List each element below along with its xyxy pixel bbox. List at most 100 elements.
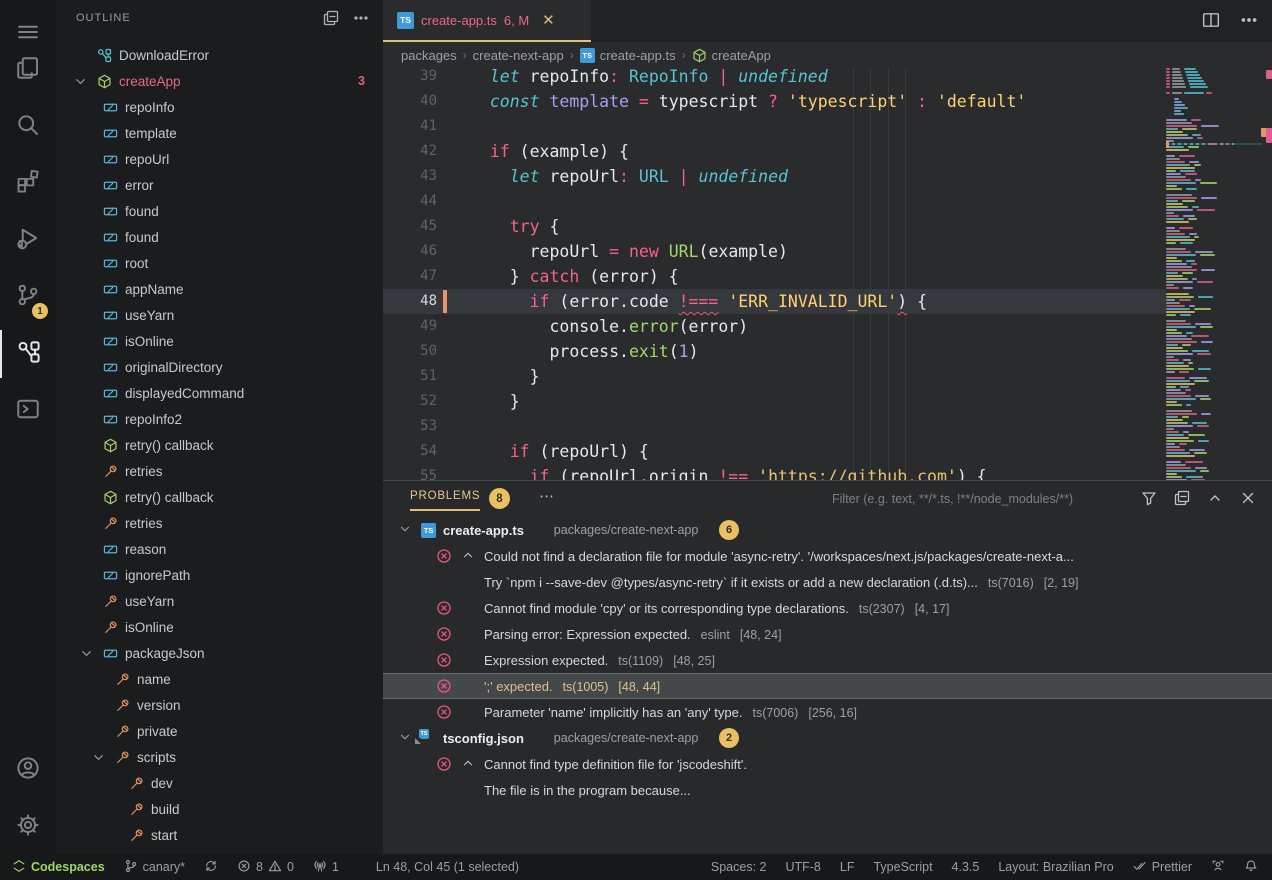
activitybar-item-panel-view[interactable] — [0, 387, 56, 435]
outline-item-retry-callback[interactable]: retry() callback — [56, 484, 383, 510]
breadcrumb-item-create-next-app[interactable]: create-next-app — [473, 48, 564, 63]
chevron-down-icon[interactable] — [78, 645, 94, 661]
group-by-icon[interactable] — [1174, 490, 1190, 511]
status-indentation[interactable]: Spaces: 2 — [711, 860, 767, 874]
status-language-mode[interactable]: TypeScript — [873, 860, 932, 874]
breadcrumb-item-packages[interactable]: packages — [401, 48, 457, 63]
status-notifications[interactable] — [1244, 859, 1258, 876]
outline-item-found[interactable]: found — [56, 198, 383, 224]
activitybar-item-source-control[interactable]: 1 — [0, 273, 56, 321]
outline-item-repoinfo[interactable]: repoInfo — [56, 94, 383, 120]
outline-item-repoinfo2[interactable]: repoInfo2 — [56, 406, 383, 432]
activitybar-item-explorer[interactable] — [0, 46, 56, 94]
status-keyboard-layout[interactable]: Layout: Brazilian Pro — [998, 860, 1113, 874]
outline-item-useyarn[interactable]: useYarn — [56, 302, 383, 328]
status-problems-summary[interactable]: 80 — [237, 859, 294, 876]
outline-item-isonline[interactable]: isOnline — [56, 614, 383, 640]
outline-item-useyarn[interactable]: useYarn — [56, 588, 383, 614]
activitybar-item-run-and-debug[interactable] — [0, 216, 56, 264]
tab-close-icon[interactable]: ✕ — [542, 11, 555, 29]
problem-row[interactable]: Parameter 'name' implicitly has an 'any'… — [383, 699, 1272, 725]
activitybar-item-account[interactable] — [0, 746, 56, 794]
problems-filter-input[interactable] — [832, 487, 1132, 511]
status-prettier[interactable]: Prettier — [1133, 859, 1192, 876]
outline-item-appname[interactable]: appName — [56, 276, 383, 302]
split-editor-icon[interactable] — [1202, 11, 1220, 34]
code-line-41[interactable]: 41 — [383, 114, 1166, 139]
filter-icon[interactable] — [1141, 490, 1157, 511]
outline-item-repourl[interactable]: repoUrl — [56, 146, 383, 172]
status-encoding[interactable]: UTF-8 — [785, 860, 820, 874]
problem-row[interactable]: Parsing error: Expression expected.eslin… — [383, 621, 1272, 647]
activitybar-item-settings[interactable] — [0, 803, 56, 851]
code-line-48[interactable]: 48 if (error.code !=== 'ERR_INVALID_URL'… — [383, 289, 1166, 314]
status-feedback[interactable] — [1211, 859, 1225, 876]
outline-item-retries[interactable]: retries — [56, 458, 383, 484]
code-line-44[interactable]: 44 — [383, 189, 1166, 214]
outline-item-downloaderror[interactable]: DownloadError — [56, 42, 383, 68]
outline-item-found[interactable]: found — [56, 224, 383, 250]
activitybar-item-outline-view[interactable] — [0, 330, 56, 378]
problem-row[interactable]: Could not find a declaration file for mo… — [383, 543, 1272, 569]
outline-item-private[interactable]: private — [56, 718, 383, 744]
chevron-down-icon[interactable] — [72, 73, 88, 89]
status-git-branch[interactable]: canary* — [124, 859, 185, 876]
outline-item-ignorepath[interactable]: ignorePath — [56, 562, 383, 588]
outline-item-name[interactable]: name — [56, 666, 383, 692]
breadcrumb-item-createapp[interactable]: createApp — [692, 48, 771, 63]
tab-problems[interactable]: PROBLEMS — [410, 490, 480, 511]
outline-item-isonline[interactable]: isOnline — [56, 328, 383, 354]
status-ports[interactable]: 1 — [313, 859, 339, 876]
outline-item-template[interactable]: template — [56, 120, 383, 146]
code-line-39[interactable]: 39 let repoInfo: RepoInfo | undefined — [383, 68, 1166, 89]
code-line-50[interactable]: 50 process.exit(1) — [383, 339, 1166, 364]
code-line-53[interactable]: 53 — [383, 414, 1166, 439]
breadcrumb-item-create-app-ts[interactable]: TScreate-app.ts — [580, 48, 676, 63]
status-eol[interactable]: LF — [840, 860, 855, 874]
code-line-49[interactable]: 49 console.error(error) — [383, 314, 1166, 339]
outline-item-scripts[interactable]: scripts — [56, 744, 383, 770]
outline-item-dev[interactable]: dev — [56, 770, 383, 796]
code-line-45[interactable]: 45 try { — [383, 214, 1166, 239]
problem-row-detail[interactable]: Try `npm i --save-dev @types/async-retry… — [383, 569, 1272, 595]
outline-item-build[interactable]: build — [56, 796, 383, 822]
problem-row-detail[interactable]: The file is in the program because... — [383, 777, 1272, 803]
panel-more-icon[interactable]: ⋯ — [539, 487, 556, 505]
outline-item-createapp[interactable]: createApp3 — [56, 68, 383, 94]
code-line-51[interactable]: 51 } — [383, 364, 1166, 389]
problem-row[interactable]: Cannot find module 'cpy' or its correspo… — [383, 595, 1272, 621]
code-line-40[interactable]: 40 const template = typescript ? 'typesc… — [383, 89, 1166, 114]
outline-item-originaldirectory[interactable]: originalDirectory — [56, 354, 383, 380]
outline-item-start[interactable]: start — [56, 822, 383, 848]
outline-item-retries[interactable]: retries — [56, 510, 383, 536]
activitybar-item-search[interactable] — [0, 103, 56, 151]
status-sync[interactable] — [204, 859, 218, 876]
code-line-42[interactable]: 42 if (example) { — [383, 139, 1166, 164]
outline-item-version[interactable]: version — [56, 692, 383, 718]
code-line-43[interactable]: 43 let repoUrl: URL | undefined — [383, 164, 1166, 189]
collapse-all-icon[interactable] — [323, 10, 339, 31]
problem-row[interactable]: Expression expected.ts(1109)[48, 25] — [383, 647, 1272, 673]
outline-item-packagejson[interactable]: packageJson — [56, 640, 383, 666]
outline-item-displayedcommand[interactable]: displayedCommand — [56, 380, 383, 406]
chevron-down-icon[interactable] — [398, 730, 412, 747]
maximize-panel-icon[interactable] — [1207, 490, 1223, 511]
activitybar-item-extensions[interactable] — [0, 159, 56, 207]
outline-item-retry-callback[interactable]: retry() callback — [56, 432, 383, 458]
problem-file-row[interactable]: TStsconfig.jsonpackages/create-next-app2 — [383, 725, 1272, 751]
code-line-46[interactable]: 46 repoUrl = new URL(example) — [383, 239, 1166, 264]
status-cursor-position[interactable]: Ln 48, Col 45 (1 selected) — [376, 860, 519, 874]
outline-item-reason[interactable]: reason — [56, 536, 383, 562]
problem-row[interactable]: Cannot find type definition file for 'js… — [383, 751, 1272, 777]
close-panel-icon[interactable] — [1240, 490, 1256, 511]
chevron-down-icon[interactable] — [90, 749, 106, 765]
editor-more-icon[interactable] — [1240, 11, 1258, 34]
status-remote-codespaces[interactable]: Codespaces — [12, 859, 105, 876]
more-actions-icon[interactable] — [353, 10, 369, 31]
tab-create-app-ts[interactable]: TS create-app.ts 6, M ✕ — [383, 0, 591, 42]
outline-item-root[interactable]: root — [56, 250, 383, 276]
chevron-down-icon[interactable] — [398, 522, 412, 539]
chevron-up-icon[interactable] — [461, 548, 475, 565]
code-line-52[interactable]: 52 } — [383, 389, 1166, 414]
code-line-54[interactable]: 54 if (repoUrl) { — [383, 439, 1166, 464]
